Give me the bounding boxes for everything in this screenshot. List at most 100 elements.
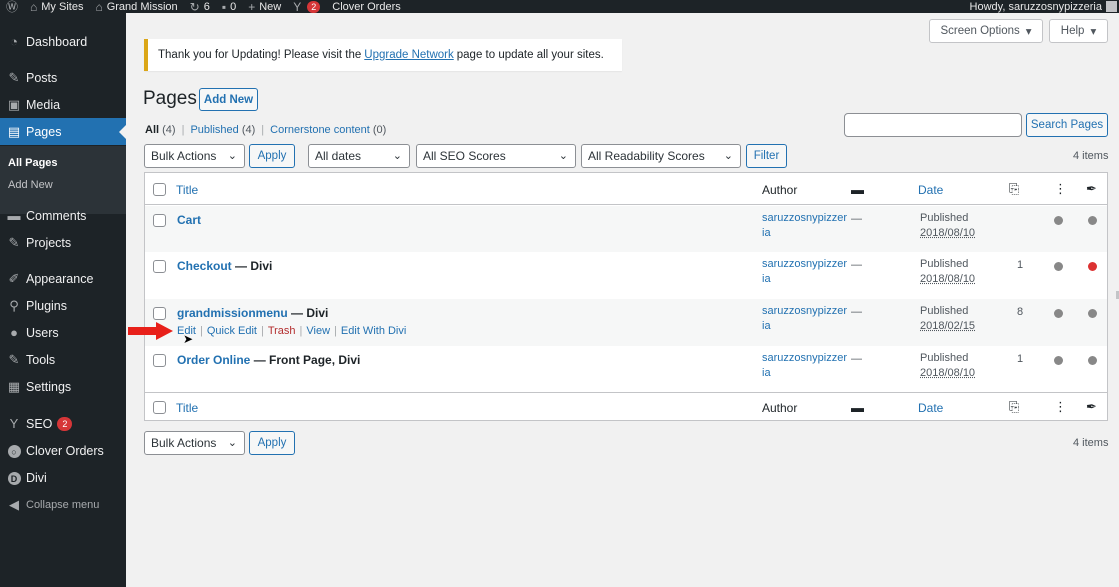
dates-select[interactable]: All dates ⌄ — [308, 144, 410, 168]
readability-feather-icon: ✒ — [1086, 399, 1097, 414]
select-all-checkbox[interactable] — [153, 401, 166, 414]
update-notice: Thank you for Updating! Please visit the… — [144, 39, 622, 71]
divider: | — [181, 124, 185, 136]
author-footer: Author — [762, 401, 798, 415]
sidebar-item-settings[interactable]: ▦ Settings — [0, 373, 126, 400]
items-count: 4 items — [1073, 150, 1109, 162]
bulk-actions-select-bottom[interactable]: Bulk Actions ⌄ — [144, 431, 245, 455]
comment-bubble-icon[interactable]: ▬ — [851, 400, 864, 415]
row-checkbox[interactable] — [153, 260, 166, 273]
page-title-link[interactable]: grandmissionmenu — Divi — [177, 306, 328, 320]
add-new-page-button[interactable]: Add New — [199, 88, 258, 111]
author-link[interactable]: saruzzosnypizzeria — [762, 257, 848, 287]
page-title-link[interactable]: Checkout — Divi — [177, 259, 272, 273]
trash-link[interactable]: Trash — [268, 325, 296, 337]
sidebar-item-plugins[interactable]: ⚲ Plugins — [0, 292, 126, 319]
sort-title-header[interactable]: Title — [176, 183, 198, 197]
my-sites-menu[interactable]: ⌂ My Sites — [24, 0, 89, 13]
submenu-add-new[interactable]: Add New — [8, 179, 53, 191]
sidebar-item-users[interactable]: ● Users — [0, 319, 126, 346]
collapse-menu-button[interactable]: ◀ Collapse menu — [0, 491, 126, 518]
updates-menu[interactable]: ↻ 6 — [184, 0, 216, 13]
new-content-menu[interactable]: + New — [242, 0, 287, 13]
page-title-link[interactable]: Order Online — Front Page, Divi — [177, 353, 360, 367]
chevron-down-icon: ⌄ — [723, 150, 733, 162]
items-count-bottom: 4 items — [1073, 437, 1109, 449]
upgrade-network-link[interactable]: Upgrade Network — [364, 49, 453, 61]
sidebar-item-dashboard[interactable]: ◔ Dashboard — [0, 28, 126, 55]
search-input[interactable] — [844, 113, 1022, 137]
internal-links-count: 1 — [1017, 353, 1024, 365]
sidebar-item-projects[interactable]: ✎ Projects — [0, 229, 126, 256]
help-button[interactable]: Help ▾ — [1049, 19, 1108, 43]
screen-options-button[interactable]: Screen Options ▾ — [929, 19, 1043, 43]
comment-bubble-icon[interactable]: ▬ — [851, 182, 864, 197]
comments-count: — — [851, 353, 862, 365]
select-all-checkbox[interactable] — [153, 183, 166, 196]
row-actions: Edit | Quick Edit | Trash | View | Edit … — [177, 325, 406, 337]
seo-count-badge: 2 — [57, 416, 73, 431]
pages-table: Title Author ▬ Date ⎘ ⋮ ✒ Cart saruzzosn… — [144, 172, 1108, 421]
sidebar-item-clover-orders[interactable]: ○ Clover Orders — [0, 437, 126, 464]
readability-score-dot — [1088, 216, 1097, 225]
edit-with-divi-link[interactable]: Edit With Divi — [341, 325, 406, 337]
divi-icon: D — [0, 470, 26, 486]
readability-select[interactable]: All Readability Scores ⌄ — [581, 144, 741, 168]
home-icon: ⌂ — [95, 0, 103, 14]
comment-icon: ▪ — [221, 0, 227, 14]
apply-button-bottom[interactable]: Apply — [249, 431, 295, 455]
author-link[interactable]: saruzzosnypizzeria — [762, 304, 848, 334]
collapse-icon: ◀ — [9, 496, 19, 512]
sites-icon: ⌂ — [30, 0, 38, 14]
sidebar-item-media[interactable]: ▣ Media — [0, 91, 126, 118]
sidebar-item-appearance[interactable]: ✐ Appearance — [0, 265, 126, 292]
internal-links-count: 8 — [1017, 306, 1024, 318]
sidebar-item-pages[interactable]: ▤ Pages — [0, 118, 126, 145]
filter-published[interactable]: Published (4) — [190, 124, 255, 136]
sort-date-footer[interactable]: Date — [918, 401, 943, 415]
date-cell: Published 2018/08/10 — [920, 258, 976, 285]
comments-menu[interactable]: ▪ 0 — [216, 0, 242, 13]
site-name-menu[interactable]: ⌂ Grand Mission — [89, 0, 183, 13]
seo-scores-select[interactable]: All SEO Scores ⌄ — [416, 144, 576, 168]
account-menu[interactable]: Howdy, saruzzosnypizzeria — [970, 0, 1119, 13]
view-link[interactable]: View — [306, 325, 330, 337]
pin-icon: ✎ — [8, 234, 20, 250]
seo-score-icon: ⋮ — [1054, 399, 1067, 414]
row-checkbox[interactable] — [153, 307, 166, 320]
search-pages-button[interactable]: Search Pages — [1026, 113, 1108, 137]
dashboard-icon: ◔ — [10, 34, 18, 49]
apply-button[interactable]: Apply — [249, 144, 295, 168]
sidebar-item-comments[interactable]: ▬ Comments — [0, 202, 126, 229]
clover-icon: ○ — [0, 443, 26, 459]
bulk-actions-select[interactable]: Bulk Actions ⌄ — [144, 144, 245, 168]
author-link[interactable]: saruzzosnypizzeria — [762, 211, 848, 241]
admin-bar: Ⓦ ⌂ My Sites ⌂ Grand Mission ↻ 6 ▪ 0 + New Y2… — [0, 0, 1119, 13]
sidebar-item-posts[interactable]: ✎ Posts — [0, 64, 126, 91]
readability-score-dot — [1088, 262, 1097, 271]
row-checkbox[interactable] — [153, 354, 166, 367]
author-link[interactable]: saruzzosnypizzeria — [762, 351, 848, 381]
table-header: Title Author ▬ Date ⎘ ⋮ ✒ — [145, 173, 1107, 205]
filter-all[interactable]: All (4) — [145, 124, 176, 136]
howdy-text: Howdy, saruzzosnypizzeria — [969, 0, 1102, 13]
quick-edit-link[interactable]: Quick Edit — [207, 325, 257, 337]
seo-menu[interactable]: Y2 — [287, 0, 326, 13]
filter-button[interactable]: Filter — [746, 144, 787, 168]
sidebar-item-divi[interactable]: D Divi — [0, 464, 126, 491]
wordpress-logo-button[interactable]: Ⓦ — [0, 0, 24, 13]
filter-cornerstone[interactable]: Cornerstone content (0) — [270, 124, 386, 136]
submenu-all-pages[interactable]: All Pages — [8, 157, 58, 169]
sidebar-item-seo[interactable]: Y SEO 2 — [0, 410, 126, 437]
settings-icon: ▦ — [7, 378, 21, 394]
table-row: Cart saruzzosnypizzeria — Published 2018/… — [145, 206, 1107, 252]
sidebar-item-tools[interactable]: ✎ Tools — [0, 346, 126, 373]
brush-icon: ✐ — [8, 270, 20, 286]
comments-count: — — [851, 259, 862, 271]
clover-orders-menu[interactable]: Clover Orders — [326, 0, 406, 13]
sort-date-header[interactable]: Date — [918, 183, 943, 197]
row-checkbox[interactable] — [153, 214, 166, 227]
internal-links-icon: ⎘ — [1009, 399, 1020, 414]
page-title-link[interactable]: Cart — [177, 213, 201, 227]
sort-title-footer[interactable]: Title — [176, 401, 198, 415]
